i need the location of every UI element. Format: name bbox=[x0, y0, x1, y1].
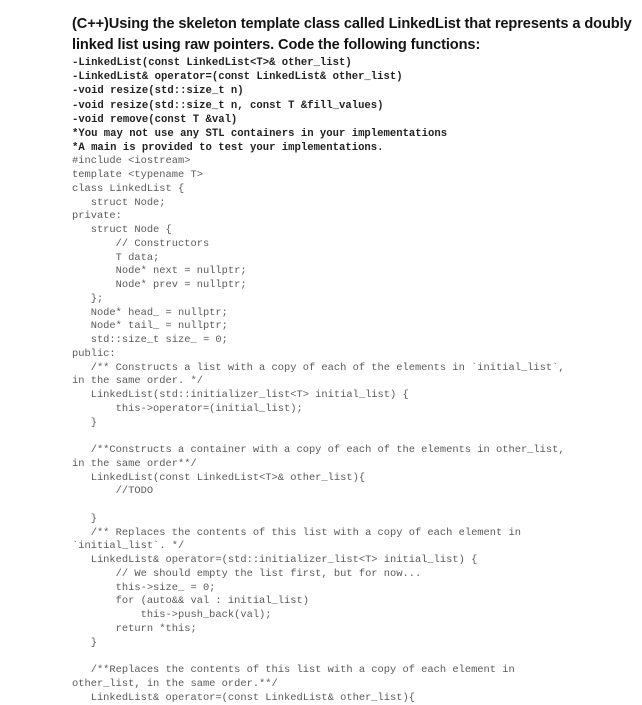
code-line: #include <iostream> bbox=[72, 155, 191, 168]
question-document: (C++)Using the skeleton template class c… bbox=[72, 14, 632, 705]
requirement-item: -LinkedList(const LinkedList<T>& other_l… bbox=[72, 57, 352, 69]
requirement-note: *You may not use any STL containers in y… bbox=[72, 128, 448, 141]
code-line: LinkedList& operator=(const LinkedList& … bbox=[72, 691, 415, 704]
requirement-note: *A main is provided to test your impleme… bbox=[72, 142, 384, 155]
code-line: struct Node { bbox=[72, 224, 172, 237]
code-line: } bbox=[72, 512, 97, 525]
requirement-item: -void resize(std::size_t n) bbox=[72, 85, 244, 98]
requirements-list: -LinkedList(const LinkedList<T>& other_l… bbox=[72, 56, 632, 155]
code-line: struct Node; bbox=[72, 196, 166, 209]
code-line: return *this; bbox=[72, 622, 197, 635]
code-line: private: bbox=[72, 210, 122, 223]
code-line: other_list, in the same order.**/ bbox=[72, 677, 278, 690]
requirement-item: -void resize(std::size_t n, const T &fil… bbox=[72, 99, 384, 112]
code-line: }; bbox=[72, 292, 104, 305]
code-line: //TODO bbox=[72, 485, 154, 498]
code-line: in the same order**/ bbox=[72, 457, 197, 470]
requirement-item: -void remove(const T &val) bbox=[72, 113, 238, 126]
question-title: (C++)Using the skeleton template class c… bbox=[72, 16, 632, 53]
code-line: Node* tail_ = nullptr; bbox=[72, 320, 228, 333]
code-line: Node* prev = nullptr; bbox=[72, 279, 247, 292]
code-line: in the same order. */ bbox=[72, 375, 203, 388]
code-line bbox=[72, 499, 632, 513]
code-line: /**Constructs a container with a copy of… bbox=[72, 444, 565, 457]
code-line: T data; bbox=[72, 251, 160, 264]
code-line: this->push_back(val); bbox=[72, 609, 272, 622]
code-line: for (auto&& val : initial_list) bbox=[72, 595, 309, 608]
code-line: class LinkedList { bbox=[72, 182, 185, 195]
code-line: } bbox=[72, 416, 97, 429]
code-line bbox=[72, 430, 632, 444]
code-line: /** Replaces the contents of this list w… bbox=[72, 526, 521, 539]
code-line: /** Constructs a list with a copy of eac… bbox=[72, 361, 565, 374]
code-line: LinkedList(const LinkedList<T>& other_li… bbox=[72, 471, 366, 484]
code-line: `initial_list`. */ bbox=[72, 540, 185, 553]
requirement-item: -LinkedList& operator=(const LinkedList&… bbox=[72, 71, 403, 84]
code-line: // Constructors bbox=[72, 237, 210, 250]
code-listing: #include <iostream> template <typename T… bbox=[72, 155, 632, 705]
code-line: public: bbox=[72, 347, 116, 360]
code-line: LinkedList& operator=(std::initializer_l… bbox=[72, 554, 478, 567]
code-line: Node* head_ = nullptr; bbox=[72, 306, 228, 319]
code-line: } bbox=[72, 636, 97, 649]
code-line: template <typename T> bbox=[72, 169, 203, 182]
code-line bbox=[72, 650, 632, 664]
code-line: Node* next = nullptr; bbox=[72, 265, 247, 278]
code-line: std::size_t size_ = 0; bbox=[72, 334, 228, 347]
code-line: this->operator=(initial_list); bbox=[72, 402, 303, 415]
code-line: this->size_ = 0; bbox=[72, 581, 216, 594]
code-line: /**Replaces the contents of this list wi… bbox=[72, 664, 515, 677]
code-line: // We should empty the list first, but f… bbox=[72, 567, 422, 580]
code-line: LinkedList(std::initializer_list<T> init… bbox=[72, 389, 409, 402]
